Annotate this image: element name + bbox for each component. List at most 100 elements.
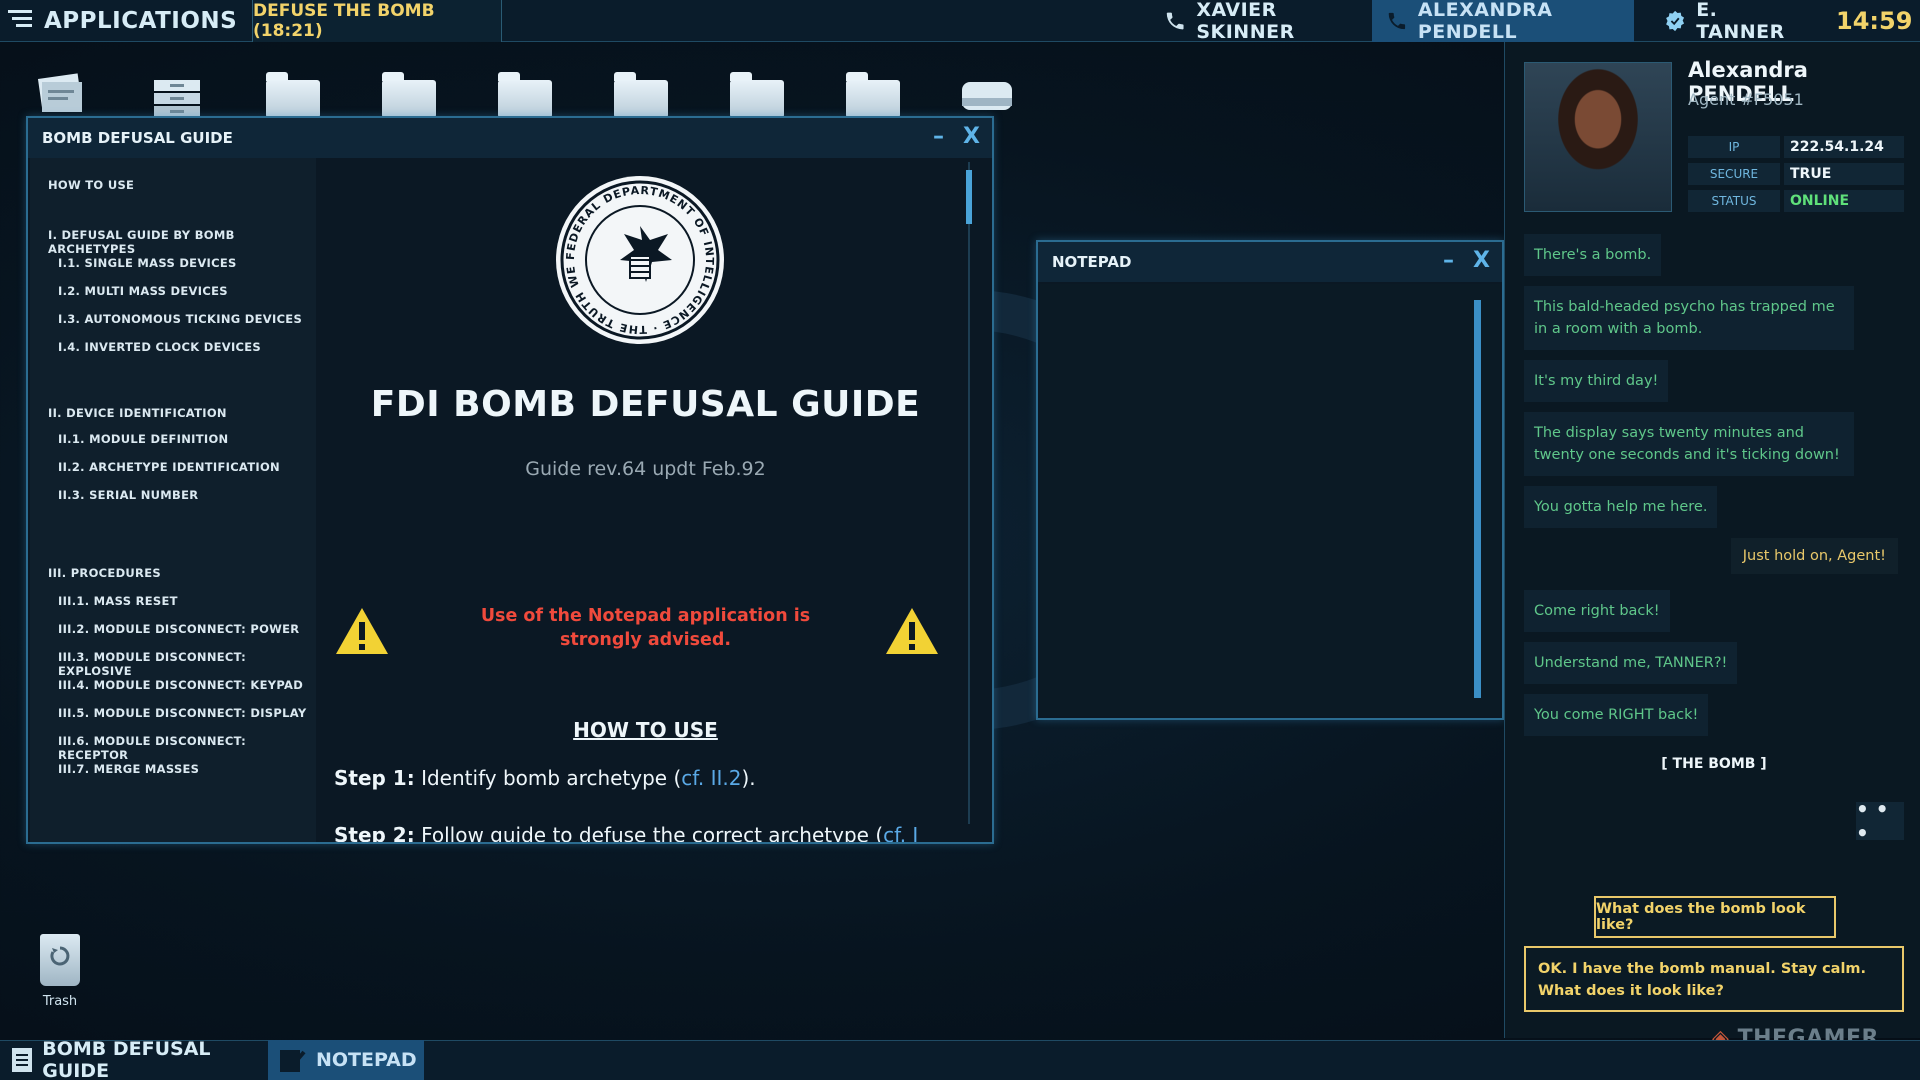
document-stack-icon[interactable] xyxy=(34,72,92,122)
drive-icon[interactable] xyxy=(960,72,1018,122)
guide-content: FEDERAL DEPARTMENT OF INTELLIGENCE · THE… xyxy=(318,158,990,842)
taskbar-notepad[interactable]: NOTEPAD xyxy=(268,1040,424,1080)
scrollbar-thumb[interactable] xyxy=(1474,300,1481,698)
taskbar-label: BOMB DEFUSAL GUIDE xyxy=(42,1038,211,1080)
contact-name: E. TANNER xyxy=(1696,0,1785,43)
badge-icon xyxy=(1666,10,1685,32)
window-titlebar[interactable]: BOMB DEFUSAL GUIDE – X xyxy=(28,118,992,158)
chat-message-incoming: This bald-headed psycho has trapped me i… xyxy=(1524,286,1854,350)
scrollbar-thumb[interactable] xyxy=(966,170,972,224)
toc-item-3-1[interactable]: III.1. MASS RESET xyxy=(58,594,178,608)
toc-item-3-5[interactable]: III.5. MODULE DISCONNECT: DISPLAY xyxy=(58,706,306,720)
taskbar-bomb-defusal-guide[interactable]: BOMB DEFUSAL GUIDE xyxy=(0,1038,266,1080)
status-value: ONLINE xyxy=(1784,190,1904,212)
cross-reference-link[interactable]: cf. II.2 xyxy=(681,766,741,790)
trash-icon[interactable] xyxy=(40,934,80,986)
ip-label: IP xyxy=(1688,136,1780,158)
taskbar-label: NOTEPAD xyxy=(316,1049,417,1071)
chat-message-incoming: The display says twenty minutes and twen… xyxy=(1524,412,1854,476)
agent-id: Agent #F5051 xyxy=(1688,90,1804,109)
minimize-button[interactable]: – xyxy=(1443,248,1454,273)
toc-item-3-2[interactable]: III.2. MODULE DISCONNECT: POWER xyxy=(58,622,299,636)
warning-icon xyxy=(886,608,938,654)
applications-menu[interactable]: APPLICATIONS xyxy=(0,0,252,42)
toc-item-3-3[interactable]: III.3. MODULE DISCONNECT: EXPLOSIVE xyxy=(58,650,316,678)
close-button[interactable]: X xyxy=(1473,248,1490,273)
toc-item-1-1[interactable]: I.1. SINGLE MASS DEVICES xyxy=(58,256,237,270)
phone-icon xyxy=(1166,12,1184,30)
folder-icon[interactable] xyxy=(498,72,556,122)
window-title: NOTEPAD xyxy=(1052,253,1132,271)
clock: 14:59 xyxy=(1836,7,1913,35)
cross-reference-link[interactable]: cf. I xyxy=(883,823,918,842)
notepad-warning: Use of the Notepad application is strong… xyxy=(480,606,811,650)
guide-revision: Guide rev.64 updt Feb.92 xyxy=(525,458,766,480)
trash-label: Trash xyxy=(42,994,78,1009)
table-of-contents: HOW TO USE I. DEFUSAL GUIDE BY BOMB ARCH… xyxy=(30,158,316,842)
folder-icon[interactable] xyxy=(846,72,904,122)
dialogue-choice-1[interactable]: What does the bomb look like? xyxy=(1594,896,1836,938)
guide-heading: FDI BOMB DEFUSAL GUIDE xyxy=(370,384,921,425)
toc-section-2[interactable]: II. DEVICE IDENTIFICATION xyxy=(48,406,227,420)
contact-alexandra-pendell[interactable]: ALEXANDRA PENDELL xyxy=(1372,0,1634,43)
contact-e-tanner[interactable]: E. TANNER xyxy=(1650,0,1810,43)
toc-item-3-7[interactable]: III.7. MERGE MASSES xyxy=(58,762,199,776)
how-to-use-heading: HOW TO USE xyxy=(573,718,718,742)
fdi-seal-logo: FEDERAL DEPARTMENT OF INTELLIGENCE · THE… xyxy=(554,174,724,344)
folder-icon[interactable] xyxy=(614,72,672,122)
close-button[interactable]: X xyxy=(963,124,980,149)
dialogue-choice-2[interactable]: OK. I have the bomb manual. Stay calm. W… xyxy=(1524,946,1904,1012)
toc-how-to-use[interactable]: HOW TO USE xyxy=(48,178,134,192)
step-2: Step 2: Follow guide to defuse the corre… xyxy=(334,823,918,842)
chat-message-incoming: There's a bomb. xyxy=(1524,234,1662,276)
toc-section-3[interactable]: III. PROCEDURES xyxy=(48,566,161,580)
document-icon xyxy=(12,1048,32,1072)
folder-icon[interactable] xyxy=(266,72,324,122)
toc-item-1-3[interactable]: I.3. AUTONOMOUS TICKING DEVICES xyxy=(58,312,302,326)
scrollbar-track[interactable] xyxy=(968,162,970,824)
chat-message-incoming: You come RIGHT back! xyxy=(1524,694,1709,736)
warning-icon xyxy=(336,608,388,654)
contact-portrait xyxy=(1524,62,1672,212)
window-titlebar[interactable]: NOTEPAD – X xyxy=(1038,242,1502,282)
toc-item-2-1[interactable]: II.1. MODULE DEFINITION xyxy=(58,432,228,446)
event-marker: [ THE BOMB ] xyxy=(1661,756,1767,772)
status-label: STATUS xyxy=(1688,190,1780,212)
toc-item-1-2[interactable]: I.2. MULTI MASS DEVICES xyxy=(58,284,228,298)
chat-message-incoming: Understand me, TANNER?! xyxy=(1524,642,1738,684)
minimize-button[interactable]: – xyxy=(933,124,944,149)
step-label: Step 1: xyxy=(334,766,415,790)
chat-message-incoming: It's my third day! xyxy=(1524,360,1669,402)
toc-section-1[interactable]: I. DEFUSAL GUIDE BY BOMB ARCHETYPES xyxy=(48,228,316,256)
step-label: Step 2: xyxy=(334,823,415,842)
menu-icon xyxy=(8,8,34,34)
folder-icon[interactable] xyxy=(382,72,440,122)
step-1: Step 1: Identify bomb archetype (cf. II.… xyxy=(334,766,756,790)
chat-message-incoming: You gotta help me here. xyxy=(1524,486,1718,528)
toc-item-3-4[interactable]: III.4. MODULE DISCONNECT: KEYPAD xyxy=(58,678,303,692)
folder-icon[interactable] xyxy=(730,72,788,122)
chat-message-outgoing: Just hold on, Agent! xyxy=(1730,538,1898,574)
toc-item-3-6[interactable]: III.6. MODULE DISCONNECT: RECEPTOR xyxy=(58,734,316,762)
applications-label: APPLICATIONS xyxy=(44,8,238,34)
secure-label: SECURE xyxy=(1688,163,1780,185)
window-title: BOMB DEFUSAL GUIDE xyxy=(42,129,233,147)
contact-name: ALEXANDRA PENDELL xyxy=(1417,0,1553,43)
notepad-window: NOTEPAD – X xyxy=(1036,240,1504,720)
contact-xavier-skinner[interactable]: XAVIER SKINNER xyxy=(1150,0,1370,43)
typing-indicator: • • • xyxy=(1856,797,1904,845)
toc-item-1-4[interactable]: I.4. INVERTED CLOCK DEVICES xyxy=(58,340,261,354)
chat-message-incoming: Come right back! xyxy=(1524,590,1670,632)
notepad-icon xyxy=(280,1050,306,1072)
contact-name: XAVIER SKINNER xyxy=(1196,0,1295,43)
toc-item-2-3[interactable]: II.3. SERIAL NUMBER xyxy=(58,488,198,502)
archive-drawer-icon[interactable] xyxy=(150,72,208,122)
secure-value: TRUE xyxy=(1784,163,1904,185)
step-text: Follow guide to defuse the correct arche… xyxy=(414,823,884,842)
step-text-end: ). xyxy=(741,766,756,790)
ip-value: 222.54.1.24 xyxy=(1784,136,1904,158)
notepad-text-area[interactable] xyxy=(1040,284,1500,716)
phone-icon xyxy=(1388,12,1406,30)
toc-item-2-2[interactable]: II.2. ARCHETYPE IDENTIFICATION xyxy=(58,460,280,474)
mission-timer: DEFUSE THE BOMB (18:21) xyxy=(252,0,502,42)
